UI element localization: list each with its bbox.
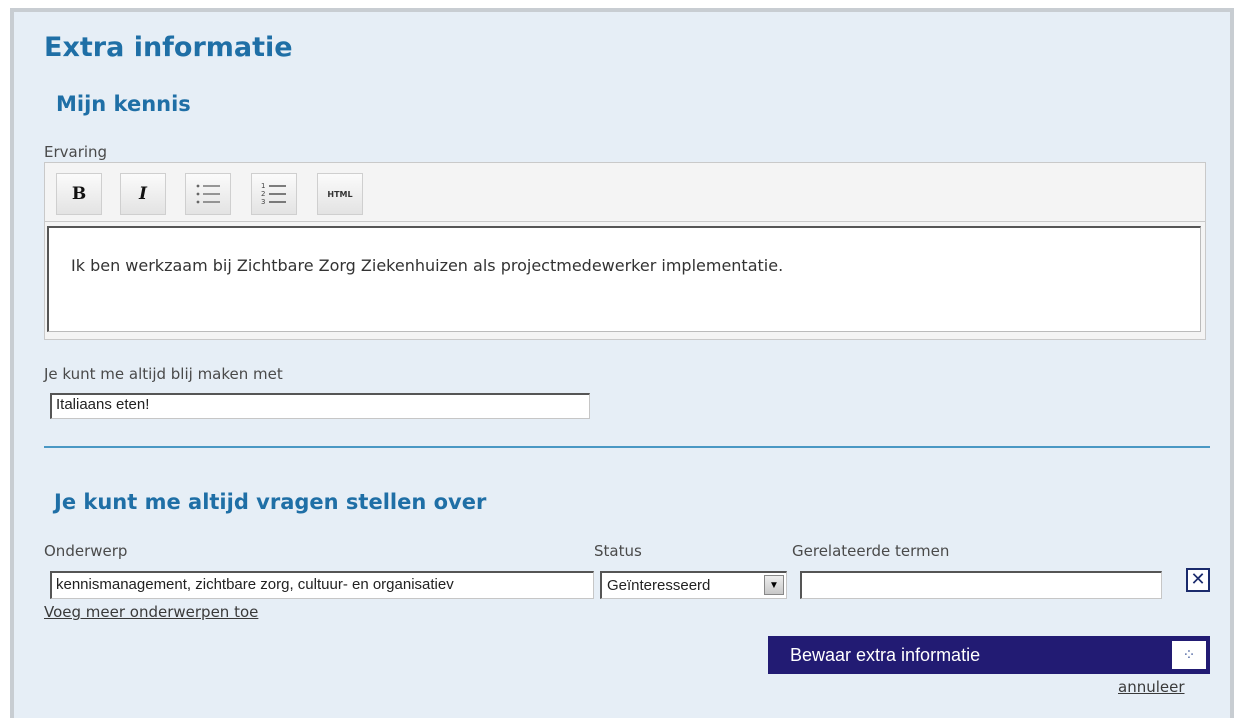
section-divider	[44, 446, 1210, 448]
editor-toolbar: B I 1 2 3 HTML	[44, 162, 1206, 222]
page-title: Extra informatie	[44, 32, 293, 63]
related-column-header: Gerelateerde termen	[792, 542, 950, 560]
related-terms-input[interactable]	[800, 571, 1162, 599]
status-column-header: Status	[594, 542, 642, 560]
close-icon: ✕	[1190, 569, 1206, 590]
experience-label: Ervaring	[44, 143, 108, 161]
subject-input[interactable]: kennismanagement, zichtbare zorg, cultuu…	[50, 571, 594, 599]
html-button[interactable]: HTML	[317, 173, 363, 215]
bold-icon: B	[71, 184, 87, 204]
italic-icon: I	[139, 184, 147, 204]
status-select-value: Geïnteresseerd	[607, 577, 711, 594]
bullet-list-button[interactable]	[185, 173, 231, 215]
section-title-questions: Je kunt me altijd vragen stellen over	[54, 490, 487, 514]
happy-input[interactable]: Italiaans eten!	[50, 393, 590, 419]
cancel-link[interactable]: annuleer	[1118, 678, 1185, 696]
ordered-list-icon: 1 2 3	[261, 182, 286, 206]
remove-topic-button[interactable]: ✕	[1186, 568, 1210, 592]
svg-text:2: 2	[261, 190, 265, 198]
experience-editor[interactable]: Ik ben werkzaam bij Zichtbare Zorg Zieke…	[47, 226, 1201, 332]
save-button-label: Bewaar extra informatie	[790, 645, 981, 665]
chevron-down-icon[interactable]: ▼	[764, 575, 784, 595]
happy-label: Je kunt me altijd blij maken met	[44, 365, 283, 383]
numbered-list-button[interactable]: 1 2 3	[251, 173, 297, 215]
svg-text:3: 3	[261, 198, 265, 206]
html-icon: HTML	[327, 189, 353, 199]
bold-button[interactable]: B	[56, 173, 102, 215]
svg-text:1: 1	[261, 182, 265, 190]
editor-frame: Ik ben werkzaam bij Zichtbare Zorg Zieke…	[44, 222, 1206, 340]
subject-column-header: Onderwerp	[44, 542, 128, 560]
add-topics-link[interactable]: Voeg meer onderwerpen toe	[44, 603, 258, 621]
loading-icon: ⁘	[1172, 641, 1206, 669]
status-select[interactable]: Geïnteresseerd ▼	[600, 571, 787, 599]
unordered-list-icon	[196, 184, 220, 204]
experience-text: Ik ben werkzaam bij Zichtbare Zorg Zieke…	[71, 256, 784, 275]
save-button[interactable]: Bewaar extra informatie ⁘	[768, 636, 1210, 674]
section-title-knowledge: Mijn kennis	[56, 92, 191, 116]
italic-button[interactable]: I	[120, 173, 166, 215]
